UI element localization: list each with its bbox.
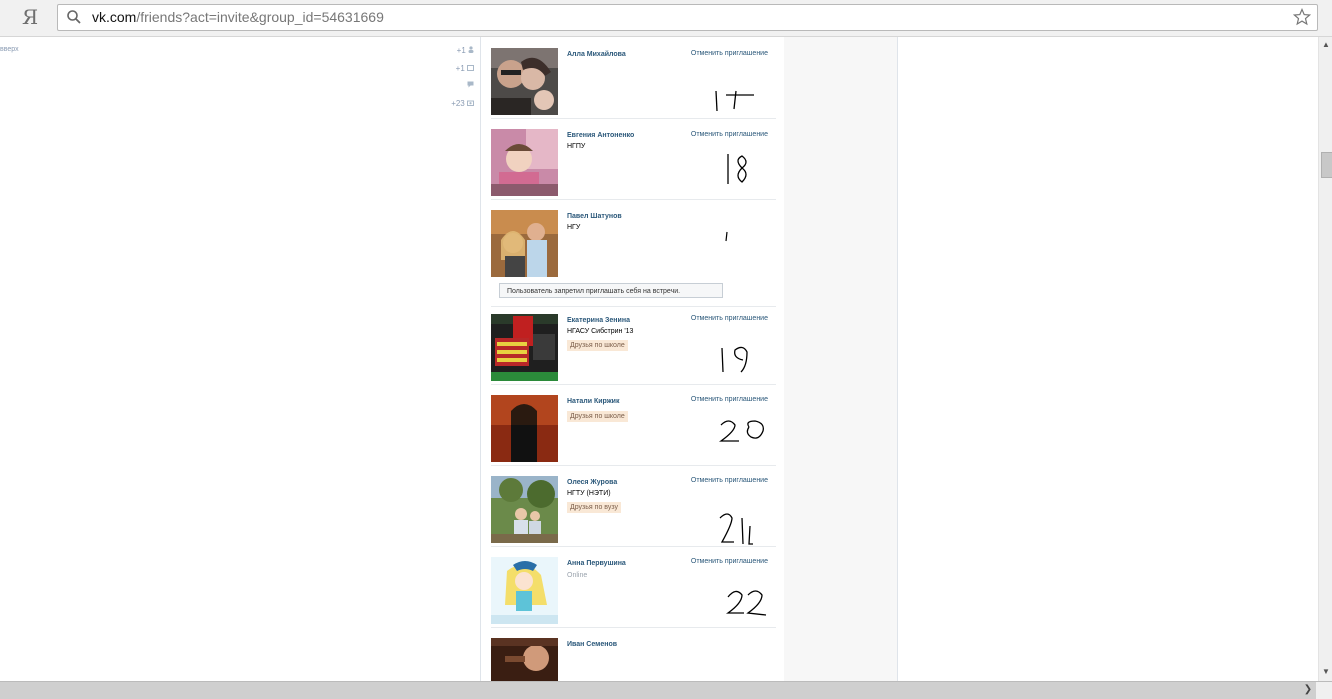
friend-name[interactable]: Анна Первушина <box>567 560 626 567</box>
avatar[interactable] <box>491 557 558 624</box>
url-host: vk.com <box>92 9 137 25</box>
friend-name[interactable]: Евгения Антоненко <box>567 132 634 139</box>
friend-university: НГУ <box>567 224 581 231</box>
list-item: Иван Семенов <box>491 638 776 681</box>
scroll-up-arrow-icon[interactable]: ▲ <box>1321 40 1331 50</box>
avatar[interactable] <box>491 129 558 196</box>
horizontal-scrollbar[interactable]: ❯ <box>0 681 1332 699</box>
friend-name[interactable]: Олеся Журова <box>567 479 617 486</box>
avatar[interactable] <box>491 476 558 543</box>
online-status: Online <box>567 572 588 579</box>
scrollbar-thumb[interactable] <box>1321 152 1332 178</box>
person-icon <box>468 46 474 53</box>
page-margin <box>898 37 1318 681</box>
list-item: Павел Шатунов НГУ Пользователь запретил … <box>491 210 776 307</box>
avatar[interactable] <box>491 210 558 277</box>
friend-university: НГПУ <box>567 143 586 150</box>
scroll-up-link[interactable]: вверх <box>0 46 19 53</box>
handwritten-number <box>719 513 753 545</box>
list-item: Анна Первушина Online Отменить приглашен… <box>491 557 776 628</box>
vertical-scrollbar[interactable]: ▲ ▼ <box>1318 37 1332 681</box>
friend-university: НГТУ (НЭТИ) <box>567 490 611 497</box>
list-item: Алла Михайлова Отменить приглашение <box>491 48 776 119</box>
handwritten-number <box>715 90 754 112</box>
friend-university: НГАСУ Сибстрин '13 <box>567 328 634 335</box>
friend-list-tag[interactable]: Друзья по школе <box>567 340 628 351</box>
cancel-invite-link[interactable]: Отменить приглашение <box>691 131 768 138</box>
cancel-invite-link[interactable]: Отменить приглашение <box>691 558 768 565</box>
counter-value: +1 <box>456 46 466 55</box>
invite-blocked-notice: Пользователь запретил приглашать себя на… <box>499 283 723 298</box>
camera-icon <box>467 100 474 106</box>
handwritten-number <box>718 420 764 442</box>
cancel-invite-link[interactable]: Отменить приглашение <box>691 50 768 57</box>
yandex-logo[interactable]: Я <box>22 5 38 29</box>
counter-events[interactable]: +23 <box>451 99 474 108</box>
counter-friends[interactable]: +1 <box>457 46 474 55</box>
handwritten-number <box>727 154 747 184</box>
search-icon <box>67 10 81 24</box>
list-item: Екатерина Зенина НГАСУ Сибстрин '13 Друз… <box>491 314 776 385</box>
left-panel: вверх +1 +1 +23 <box>0 37 480 681</box>
friend-name[interactable]: Алла Михайлова <box>567 51 626 58</box>
photo-icon <box>467 65 474 71</box>
avatar[interactable] <box>491 395 558 462</box>
avatar[interactable] <box>491 48 558 115</box>
counter-photos[interactable]: +1 <box>456 64 474 73</box>
counter-value: +23 <box>451 99 465 108</box>
cancel-invite-link[interactable]: Отменить приглашение <box>691 315 768 322</box>
handwritten-number <box>725 231 728 242</box>
friend-name[interactable]: Натали Киржик <box>567 398 620 405</box>
list-item: Натали Киржик Друзья по школе Отменить п… <box>491 395 776 466</box>
friend-name[interactable]: Екатерина Зенина <box>567 317 630 324</box>
browser-toolbar: Я vk.com/friends?act=invite&group_id=546… <box>0 0 1332 37</box>
friend-name[interactable]: Павел Шатунов <box>567 213 622 220</box>
list-item: Олеся Журова НГТУ (НЭТИ) Друзья по вузу … <box>491 476 776 547</box>
invite-list: Алла Михайлова Отменить приглашение Евге… <box>480 37 785 681</box>
message-icon <box>467 81 474 88</box>
scroll-right-arrow-icon[interactable]: ❯ <box>1302 684 1314 696</box>
friend-list-tag[interactable]: Друзья по вузу <box>567 502 621 513</box>
avatar[interactable] <box>491 314 558 381</box>
avatar[interactable] <box>491 638 558 681</box>
list-item: Евгения Антоненко НГПУ Отменить приглаше… <box>491 129 776 200</box>
handwritten-number <box>725 590 767 616</box>
scroll-down-arrow-icon[interactable]: ▼ <box>1321 667 1331 677</box>
right-panel <box>784 37 898 681</box>
friend-name[interactable]: Иван Семенов <box>567 641 617 648</box>
url-text[interactable]: vk.com/friends?act=invite&group_id=54631… <box>92 9 384 25</box>
bookmark-star-icon[interactable] <box>1293 8 1311 26</box>
cancel-invite-link[interactable]: Отменить приглашение <box>691 477 768 484</box>
friend-list-tag[interactable]: Друзья по школе <box>567 411 628 422</box>
counter-value: +1 <box>455 64 465 73</box>
url-path: /friends?act=invite&group_id=54631669 <box>136 9 384 25</box>
cancel-invite-link[interactable]: Отменить приглашение <box>691 396 768 403</box>
handwritten-number <box>721 346 748 373</box>
counter-messages[interactable] <box>467 81 474 90</box>
address-bar[interactable]: vk.com/friends?act=invite&group_id=54631… <box>57 4 1318 31</box>
scrollbar-corner <box>1316 682 1332 699</box>
